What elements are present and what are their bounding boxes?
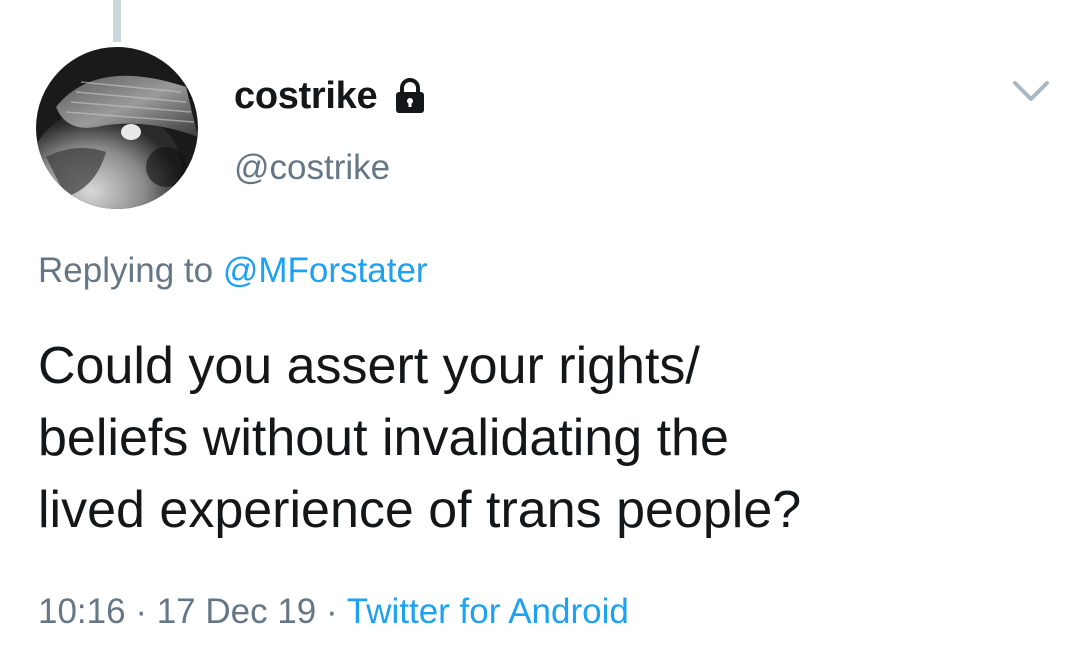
replying-to-label: Replying to [38, 251, 214, 290]
thread-connector-line [113, 0, 121, 42]
replying-to: Replying to @MForstater [38, 251, 428, 291]
tweet-text-line: Could you assert your rights/ [38, 337, 700, 395]
chevron-down-icon [1013, 81, 1049, 101]
meta-separator: · [135, 592, 147, 631]
author-handle[interactable]: @costrike [234, 148, 390, 188]
tweet-date[interactable]: 17 Dec 19 [157, 592, 317, 631]
avatar-image [36, 47, 198, 209]
tweet-text: Could you assert your rights/ beliefs wi… [38, 330, 1038, 546]
author-display-name[interactable]: costrike [234, 75, 378, 118]
tweet-text-line: beliefs without invalidating the [38, 409, 729, 467]
tweet-source[interactable]: Twitter for Android [347, 592, 629, 631]
author-name-row: costrike [234, 70, 429, 122]
meta-separator: · [326, 592, 338, 631]
tweet-meta: 10:16 · 17 Dec 19 · Twitter for Android [38, 592, 629, 632]
avatar[interactable] [36, 47, 198, 209]
replying-to-mention[interactable]: @MForstater [223, 251, 428, 290]
lock-icon [396, 78, 425, 113]
tweet-time[interactable]: 10:16 [38, 592, 126, 631]
tweet-text-line: lived experience of trans people? [38, 481, 802, 539]
tweet-menu-button[interactable] [1008, 72, 1054, 112]
